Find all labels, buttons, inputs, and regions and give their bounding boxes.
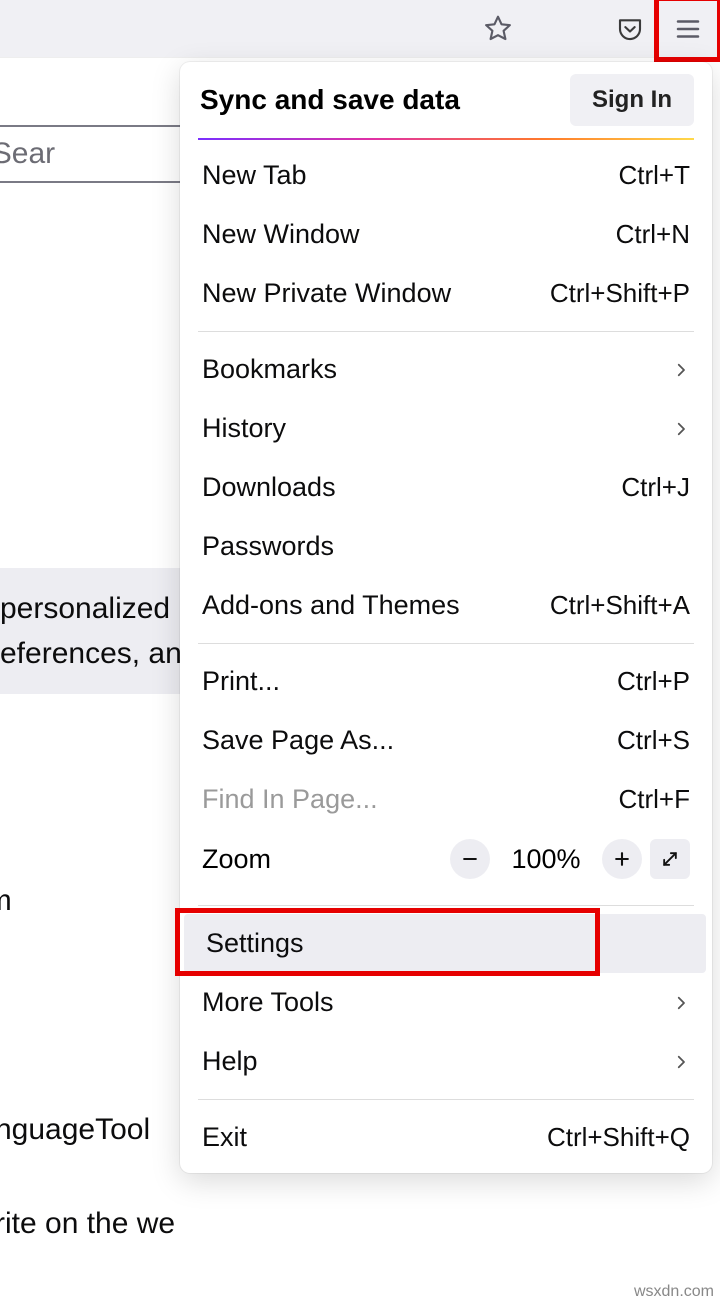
- star-icon[interactable]: [472, 3, 524, 55]
- menu-item-settings[interactable]: Settings: [184, 914, 706, 973]
- menu-item-shortcut: Ctrl+S: [617, 725, 690, 756]
- menu-item-save-page-as[interactable]: Save Page As... Ctrl+S: [180, 711, 712, 770]
- menu-item-print[interactable]: Print... Ctrl+P: [180, 652, 712, 711]
- zoom-out-button[interactable]: [450, 839, 490, 879]
- menu-item-label: New Private Window: [202, 278, 550, 309]
- pocket-icon[interactable]: [604, 3, 656, 55]
- chevron-right-icon: [672, 420, 690, 438]
- app-menu-panel: Sync and save data Sign In New Tab Ctrl+…: [180, 62, 712, 1173]
- menu-item-addons[interactable]: Add-ons and Themes Ctrl+Shift+A: [180, 576, 712, 635]
- zoom-label: Zoom: [202, 844, 442, 875]
- menu-item-label: Save Page As...: [202, 725, 617, 756]
- menu-separator: [198, 1099, 694, 1100]
- sync-row: Sync and save data Sign In: [180, 72, 712, 134]
- fullscreen-button[interactable]: [650, 839, 690, 879]
- menu-item-label: Passwords: [202, 531, 690, 562]
- search-placeholder: Sear: [0, 137, 55, 171]
- sync-label: Sync and save data: [200, 84, 570, 116]
- write-line: rite on the we: [0, 1207, 388, 1241]
- menu-item-label: Find In Page...: [202, 784, 619, 815]
- menu-item-shortcut: Ctrl+J: [621, 472, 690, 503]
- menu-item-zoom: Zoom 100%: [180, 829, 712, 897]
- menu-item-exit[interactable]: Exit Ctrl+Shift+Q: [180, 1108, 712, 1167]
- menu-item-more-tools[interactable]: More Tools: [180, 973, 712, 1032]
- menu-item-label: Downloads: [202, 472, 621, 503]
- menu-item-label: Exit: [202, 1122, 547, 1153]
- menu-item-label: Settings: [206, 928, 684, 959]
- menu-item-downloads[interactable]: Downloads Ctrl+J: [180, 458, 712, 517]
- menu-separator: [198, 905, 694, 906]
- hamburger-icon[interactable]: [673, 14, 703, 44]
- menu-item-label: New Window: [202, 219, 616, 250]
- menu-item-label: More Tools: [202, 987, 672, 1018]
- sign-in-button[interactable]: Sign In: [570, 74, 694, 126]
- menu-item-passwords[interactable]: Passwords: [180, 517, 712, 576]
- menu-item-new-private-window[interactable]: New Private Window Ctrl+Shift+P: [180, 264, 712, 323]
- menu-item-help[interactable]: Help: [180, 1032, 712, 1091]
- app-menu-button-highlight: [656, 0, 720, 60]
- menu-item-label: Help: [202, 1046, 672, 1077]
- menu-item-history[interactable]: History: [180, 399, 712, 458]
- browser-toolbar: [0, 0, 720, 58]
- chevron-right-icon: [672, 361, 690, 379]
- menu-item-find-in-page[interactable]: Find In Page... Ctrl+F: [180, 770, 712, 829]
- menu-item-shortcut: Ctrl+P: [617, 666, 690, 697]
- menu-item-label: History: [202, 413, 672, 444]
- chevron-right-icon: [672, 994, 690, 1012]
- menu-item-shortcut: Ctrl+Shift+Q: [547, 1122, 690, 1153]
- chevron-right-icon: [672, 1053, 690, 1071]
- watermark: wsxdn.com: [634, 1283, 714, 1301]
- menu-item-label: Bookmarks: [202, 354, 672, 385]
- menu-item-new-tab[interactable]: New Tab Ctrl+T: [180, 146, 712, 205]
- menu-item-label: Add-ons and Themes: [202, 590, 550, 621]
- menu-item-shortcut: Ctrl+F: [619, 784, 691, 815]
- menu-item-label: Print...: [202, 666, 617, 697]
- menu-item-shortcut: Ctrl+N: [616, 219, 690, 250]
- menu-item-shortcut: Ctrl+T: [619, 160, 691, 191]
- zoom-in-button[interactable]: [602, 839, 642, 879]
- menu-item-new-window[interactable]: New Window Ctrl+N: [180, 205, 712, 264]
- menu-item-bookmarks[interactable]: Bookmarks: [180, 340, 712, 399]
- menu-separator: [198, 331, 694, 332]
- menu-item-shortcut: Ctrl+Shift+P: [550, 278, 690, 309]
- sync-divider: [198, 138, 694, 140]
- menu-item-shortcut: Ctrl+Shift+A: [550, 590, 690, 621]
- menu-separator: [198, 643, 694, 644]
- zoom-value: 100%: [498, 844, 594, 875]
- menu-item-label: New Tab: [202, 160, 619, 191]
